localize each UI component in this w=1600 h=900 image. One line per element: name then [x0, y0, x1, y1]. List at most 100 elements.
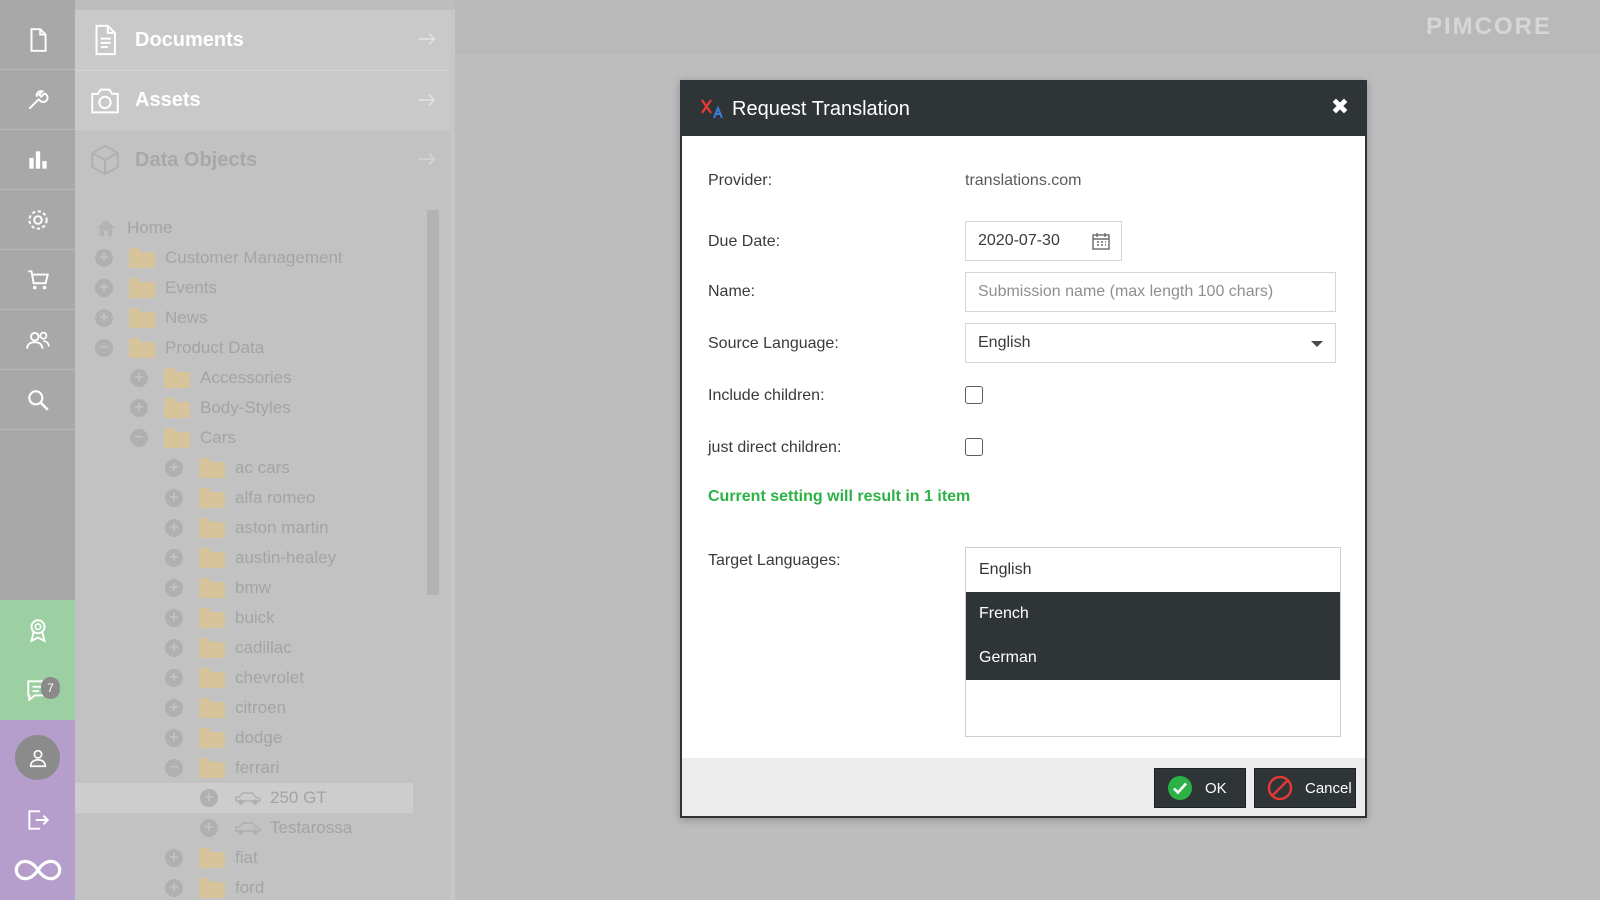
tree-row[interactable]: + cadillac [165, 633, 415, 663]
tree-row[interactable]: + Body-Styles [130, 393, 415, 423]
tree-row[interactable]: − Cars [130, 423, 415, 453]
expand-icon[interactable]: + [95, 309, 113, 327]
expand-icon[interactable]: + [165, 639, 183, 657]
folder-icon [199, 578, 225, 598]
tools-rail-button[interactable] [0, 70, 75, 130]
pimcore-logo-button[interactable] [0, 840, 75, 900]
settings-rail-button[interactable] [0, 190, 75, 250]
badge-icon [29, 619, 46, 643]
ok-button-label: OK [1205, 779, 1227, 797]
tree-row[interactable]: + Accessories [130, 363, 415, 393]
expand-icon[interactable]: + [130, 399, 148, 417]
source-language-select[interactable]: English [965, 323, 1336, 363]
collapse-icon[interactable]: − [130, 429, 148, 447]
collapse-icon[interactable]: − [95, 339, 113, 357]
expand-icon[interactable]: + [130, 369, 148, 387]
direct-children-checkbox[interactable] [965, 438, 983, 456]
folder-icon [199, 848, 225, 868]
data-objects-section-header[interactable]: Data Objects [75, 130, 450, 190]
target-languages-list[interactable]: English French German [965, 547, 1341, 737]
expand-icon[interactable]: + [95, 249, 113, 267]
direct-children-label: just direct children: [708, 439, 842, 456]
tree-row[interactable]: +250 GT [75, 783, 413, 813]
cancel-button[interactable]: Cancel [1254, 768, 1356, 808]
folder-icon [199, 668, 225, 688]
documents-rail-button[interactable] [0, 10, 75, 70]
tree-scrollbar[interactable] [427, 210, 439, 595]
tree-row[interactable]: Home [95, 213, 415, 243]
tree-row-label: ferrari [235, 758, 280, 777]
tree-row[interactable]: + dodge [165, 723, 415, 753]
expand-icon[interactable]: + [165, 879, 183, 897]
expand-icon[interactable]: + [200, 789, 218, 807]
navigation-tree-panel: Documents Assets Data Objects Home + Custo… [75, 10, 450, 900]
chevron-down-icon[interactable] [1311, 341, 1323, 347]
tree-row-label: fiat [235, 848, 258, 867]
source-language-label: Source Language: [708, 335, 839, 352]
tree-row[interactable]: + Testarossa [200, 813, 415, 843]
expand-icon[interactable]: + [165, 699, 183, 717]
expand-icon[interactable]: + [165, 549, 183, 567]
include-children-label: Include children: [708, 387, 825, 404]
reports-rail-button[interactable] [0, 130, 75, 190]
folder-icon [199, 878, 225, 898]
expand-icon[interactable]: + [165, 489, 183, 507]
tree-row-label: ac cars [235, 458, 290, 477]
tree-row[interactable]: + buick [165, 603, 415, 633]
tree-row-label: Cars [200, 428, 236, 447]
tree-row[interactable]: + ford [165, 873, 415, 900]
tree-row[interactable]: + alfa romeo [165, 483, 415, 513]
rail-notifications-area [0, 600, 75, 720]
awards-rail-button[interactable] [0, 600, 75, 660]
tree-row[interactable]: + aston martin [165, 513, 415, 543]
due-date-field[interactable]: 2020-07-30 [965, 221, 1122, 261]
target-language-option[interactable]: English [966, 548, 1340, 592]
cart-icon [27, 269, 49, 289]
tree-row-label: citroen [235, 698, 287, 717]
logout-icon [27, 810, 49, 830]
ecommerce-rail-button[interactable] [0, 250, 75, 310]
tree-row[interactable]: + bmw [165, 573, 415, 603]
tree-row[interactable]: + fiat [165, 843, 415, 873]
expand-icon[interactable]: + [165, 579, 183, 597]
tree-row[interactable]: + citroen [165, 693, 415, 723]
tree-row[interactable]: + ac cars [165, 453, 415, 483]
tree-row[interactable]: − Product Data [95, 333, 415, 363]
car-icon [235, 822, 261, 835]
expand-icon[interactable]: + [165, 849, 183, 867]
expand-icon[interactable]: + [165, 609, 183, 627]
assets-section-header[interactable]: Assets [75, 70, 450, 130]
close-icon[interactable]: ✖ [1329, 97, 1351, 119]
expand-icon[interactable]: + [95, 279, 113, 297]
expand-icon[interactable]: + [165, 459, 183, 477]
provider-label: Provider: [708, 172, 773, 189]
tree-row-label: buick [235, 608, 275, 627]
calendar-icon[interactable] [1091, 231, 1111, 251]
tree-row[interactable]: + Events [95, 273, 415, 303]
collapse-icon[interactable]: − [165, 759, 183, 777]
submission-name-field[interactable]: Submission name (max length 100 chars) [965, 272, 1336, 312]
item-count-info: Current setting will result in 1 item [708, 488, 971, 505]
include-children-checkbox[interactable] [965, 386, 983, 404]
gear-icon [27, 209, 48, 230]
documents-section-header[interactable]: Documents [75, 10, 450, 70]
target-language-option[interactable]: German [966, 636, 1340, 680]
target-language-option[interactable]: French [966, 592, 1340, 636]
tree-row[interactable]: − ferrari [165, 753, 415, 783]
tree-row[interactable]: + austin-healey [165, 543, 415, 573]
request-translation-dialog: Request Translation ✖ Provider: translat… [680, 80, 1367, 818]
document-icon [95, 24, 116, 56]
tree-row[interactable]: + chevrolet [165, 663, 415, 693]
avatar[interactable] [15, 735, 60, 780]
expand-icon[interactable]: + [165, 729, 183, 747]
search-rail-button[interactable] [0, 370, 75, 430]
tree-row[interactable]: + News [95, 303, 415, 333]
ok-button[interactable]: OK [1154, 768, 1246, 808]
notifications-rail-button[interactable] [0, 660, 75, 720]
expand-icon[interactable]: + [165, 669, 183, 687]
users-rail-button[interactable] [0, 310, 75, 370]
expand-icon[interactable]: + [165, 519, 183, 537]
tree-row[interactable]: + Customer Management [95, 243, 415, 273]
expand-icon[interactable]: + [200, 819, 218, 837]
tree-row-label: Body-Styles [200, 398, 291, 417]
